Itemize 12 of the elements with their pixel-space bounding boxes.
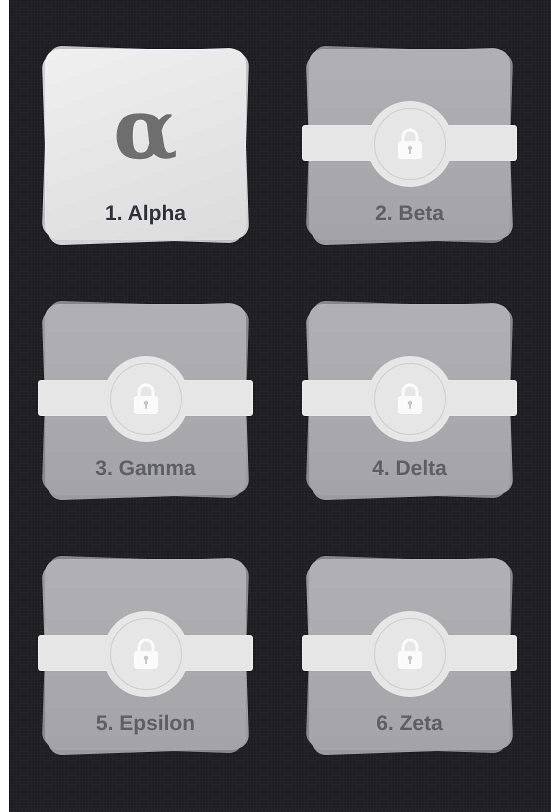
level-label: 1. Alpha bbox=[105, 202, 186, 226]
level-label: 2. Beta bbox=[375, 202, 444, 226]
padlock-icon bbox=[396, 383, 422, 415]
level-symbol: α bbox=[113, 79, 178, 179]
padlock-icon bbox=[132, 638, 158, 670]
padlock-icon bbox=[132, 383, 158, 415]
padlock-icon bbox=[396, 128, 422, 160]
level-label: 3. Gamma bbox=[95, 457, 196, 481]
level-label: 4. Delta bbox=[372, 457, 447, 481]
level-label: 6. Zeta bbox=[376, 712, 443, 736]
padlock-icon bbox=[396, 638, 422, 670]
level-label: 5. Epsilon bbox=[96, 712, 196, 736]
